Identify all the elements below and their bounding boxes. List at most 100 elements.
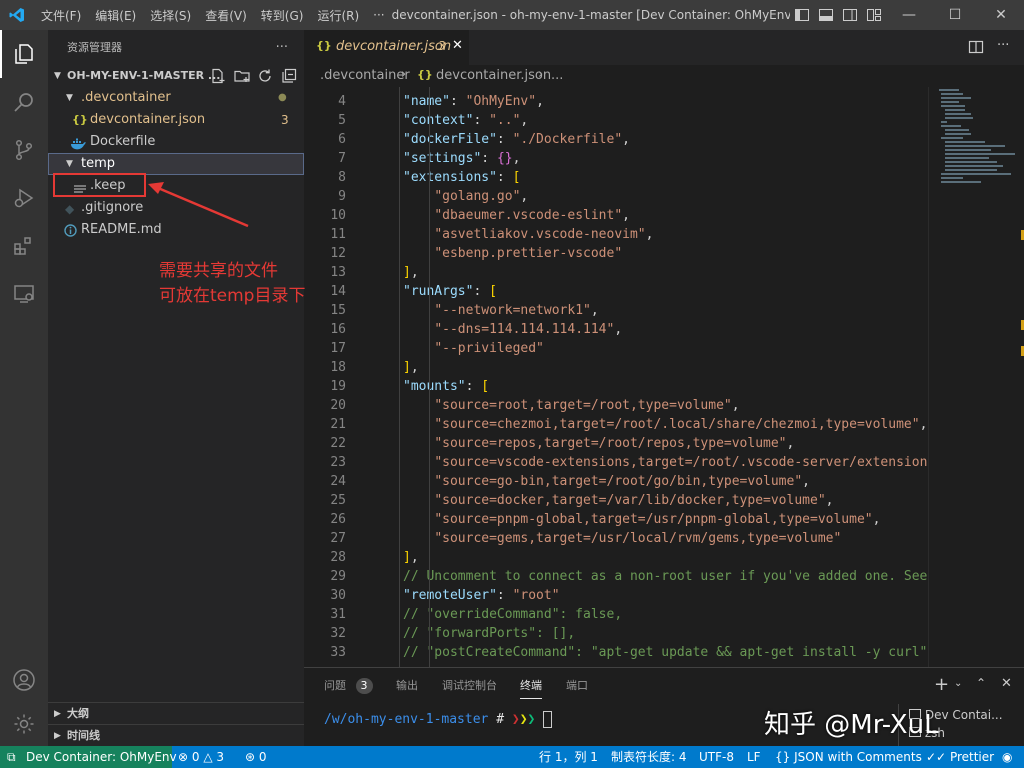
toggle-secondary-sidebar-icon[interactable] (838, 9, 862, 21)
menu-more[interactable]: ··· (366, 8, 391, 22)
code-line: // "postCreateCommand": "apt-get update … (403, 645, 928, 660)
ports-indicator[interactable]: ⊛ 0 (245, 746, 267, 768)
account-icon[interactable] (0, 656, 48, 704)
tab-terminal[interactable]: 终端 (520, 668, 542, 699)
code-line: "asvetliakov.vscode-neovim", (434, 227, 654, 242)
tab-ports[interactable]: 端口 (566, 668, 588, 703)
minimap-preview (939, 89, 1015, 183)
language-mode[interactable]: {} JSON with Comments (775, 746, 922, 768)
json-file-icon: {} (316, 39, 332, 52)
line-number: 6 (338, 132, 346, 147)
error-count: 0 (191, 750, 200, 764)
prettier-status[interactable]: ✓✓ Prettier (926, 746, 994, 768)
menu-view[interactable]: 查看(V) (198, 7, 254, 24)
editor-more-actions-button[interactable]: ··· (997, 38, 1009, 53)
code-line: "runArgs": [ (403, 284, 497, 299)
maximize-icon[interactable]: ☐ (932, 7, 978, 23)
terminal-prompt[interactable]: /w/oh-my-env-1-master # ❯❯❯ (324, 711, 553, 728)
code-line: "--network=network1", (434, 303, 599, 318)
remote-indicator[interactable]: ⧉ Dev Container: OhMyEnv (0, 746, 177, 768)
new-terminal-button[interactable]: + (934, 674, 949, 695)
maximize-panel-icon[interactable]: ⌃ (976, 676, 986, 690)
tree-label: .gitignore (81, 200, 144, 215)
tab-label: devcontainer.json (336, 39, 452, 54)
problems-count-badge: 3 (355, 678, 373, 694)
breadcrumb-folder[interactable]: .devcontainer (320, 68, 410, 83)
menu-go[interactable]: 转到(G) (254, 7, 311, 24)
toggle-sidebar-icon[interactable] (790, 9, 814, 21)
problems-indicator[interactable]: ⊗ 0 △ 3 (178, 746, 224, 768)
menu-selection[interactable]: 选择(S) (143, 7, 198, 24)
menu-file[interactable]: 文件(F) (34, 7, 88, 24)
json-file-icon: {} (72, 113, 88, 126)
watermark: 知乎 @Mr-XuL (764, 710, 939, 740)
vscode-logo-icon (0, 7, 34, 23)
line-number: 7 (338, 151, 346, 166)
remote-explorer-icon[interactable] (0, 270, 48, 318)
line-number: 17 (330, 341, 346, 356)
tab-output[interactable]: 输出 (396, 668, 418, 703)
code-editor[interactable]: 4 "name": "OhMyEnv", 5 "context": "..", 6 "do… (304, 87, 928, 667)
settings-gear-icon[interactable] (0, 700, 48, 748)
braces-icon: {} (775, 750, 791, 764)
code-line: "remoteUser": "root" (403, 588, 560, 603)
tree-item-temp[interactable]: ▼ temp (48, 153, 304, 175)
code-line: "source=docker,target=/var/lib/docker,ty… (434, 493, 834, 508)
sidebar-title-text: 资源管理器 (67, 41, 122, 54)
annotation-text: 需要共享的文件 可放在temp目录下 (159, 259, 305, 309)
search-icon[interactable] (0, 78, 48, 126)
window-title: devcontainer.json - oh-my-env-1-master [… (391, 8, 790, 22)
code-line: ], (403, 360, 419, 375)
outline-section-header[interactable]: ▶ 大纲 (48, 702, 304, 725)
chevron-down-icon[interactable]: ⌄ (954, 678, 962, 689)
split-editor-icon[interactable] (968, 39, 984, 59)
code-line: ], (403, 550, 419, 565)
customize-layout-icon[interactable] (862, 9, 886, 21)
workspace-folder-name: OH-MY-ENV-1-MASTER ... (67, 69, 221, 82)
chevron-right-icon: › (538, 67, 544, 82)
menu-run[interactable]: 运行(R) (310, 7, 366, 24)
prompt-arrow-icon: ❯ (527, 712, 536, 727)
tab-problems[interactable]: 问题 3 (324, 668, 373, 703)
minimize-icon[interactable]: — (886, 7, 932, 23)
annotation-line-1: 需要共享的文件 (159, 261, 278, 281)
minimap[interactable] (928, 87, 1024, 667)
run-debug-icon[interactable] (0, 174, 48, 222)
breadcrumb-file[interactable]: devcontainer.json (436, 68, 551, 83)
line-number: 9 (338, 189, 346, 204)
tab-problem-badge: 3 (438, 39, 446, 53)
code-line: "dockerFile": "./Dockerfile", (403, 132, 630, 147)
tree-item-dockerfile[interactable]: Dockerfile (48, 131, 304, 153)
timeline-section-header[interactable]: ▶ 时间线 (48, 724, 304, 747)
code-line: "golang.go", (434, 189, 529, 204)
notifications-bell-icon[interactable]: ◉ (1002, 746, 1012, 768)
workspace-folder-header[interactable]: ▼ OH-MY-ENV-1-MASTER ... (48, 65, 304, 87)
line-number: 20 (330, 398, 346, 413)
menu-edit[interactable]: 编辑(E) (88, 7, 143, 24)
source-control-icon[interactable] (0, 126, 48, 174)
chevron-right-icon: › (401, 67, 407, 82)
toggle-panel-icon[interactable] (814, 9, 838, 21)
close-panel-icon[interactable]: ✕ (1001, 676, 1012, 691)
line-number: 19 (330, 379, 346, 394)
tab-size[interactable]: 制表符长度: 4 (611, 746, 687, 768)
extensions-icon[interactable] (0, 222, 48, 270)
line-number: 13 (330, 265, 346, 280)
tab-debug-console[interactable]: 调试控制台 (442, 668, 497, 703)
tree-item-devcontainer-json[interactable]: {} devcontainer.json 3 (48, 109, 304, 131)
tab-devcontainer-json[interactable]: {} devcontainer.json 3 ✕ (304, 30, 469, 65)
code-line: "name": "OhMyEnv", (403, 94, 544, 109)
close-window-icon[interactable]: ✕ (978, 7, 1024, 23)
cursor-position[interactable]: 行 1，列 1 (539, 746, 598, 768)
more-actions-button[interactable]: ··· (276, 30, 288, 65)
end-of-line[interactable]: LF (747, 746, 761, 768)
explorer-icon[interactable] (0, 30, 48, 78)
close-tab-icon[interactable]: ✕ (452, 38, 463, 53)
encoding[interactable]: UTF-8 (699, 746, 734, 768)
sidebar-title: 资源管理器 ··· (48, 30, 304, 65)
breadcrumb-symbol[interactable]: ... (551, 68, 563, 83)
line-number: 32 (330, 626, 346, 641)
warning-icon: △ (203, 750, 213, 764)
chevron-down-icon: ▼ (66, 93, 73, 103)
tree-item-devcontainer[interactable]: ▼ .devcontainer ● (48, 87, 304, 109)
